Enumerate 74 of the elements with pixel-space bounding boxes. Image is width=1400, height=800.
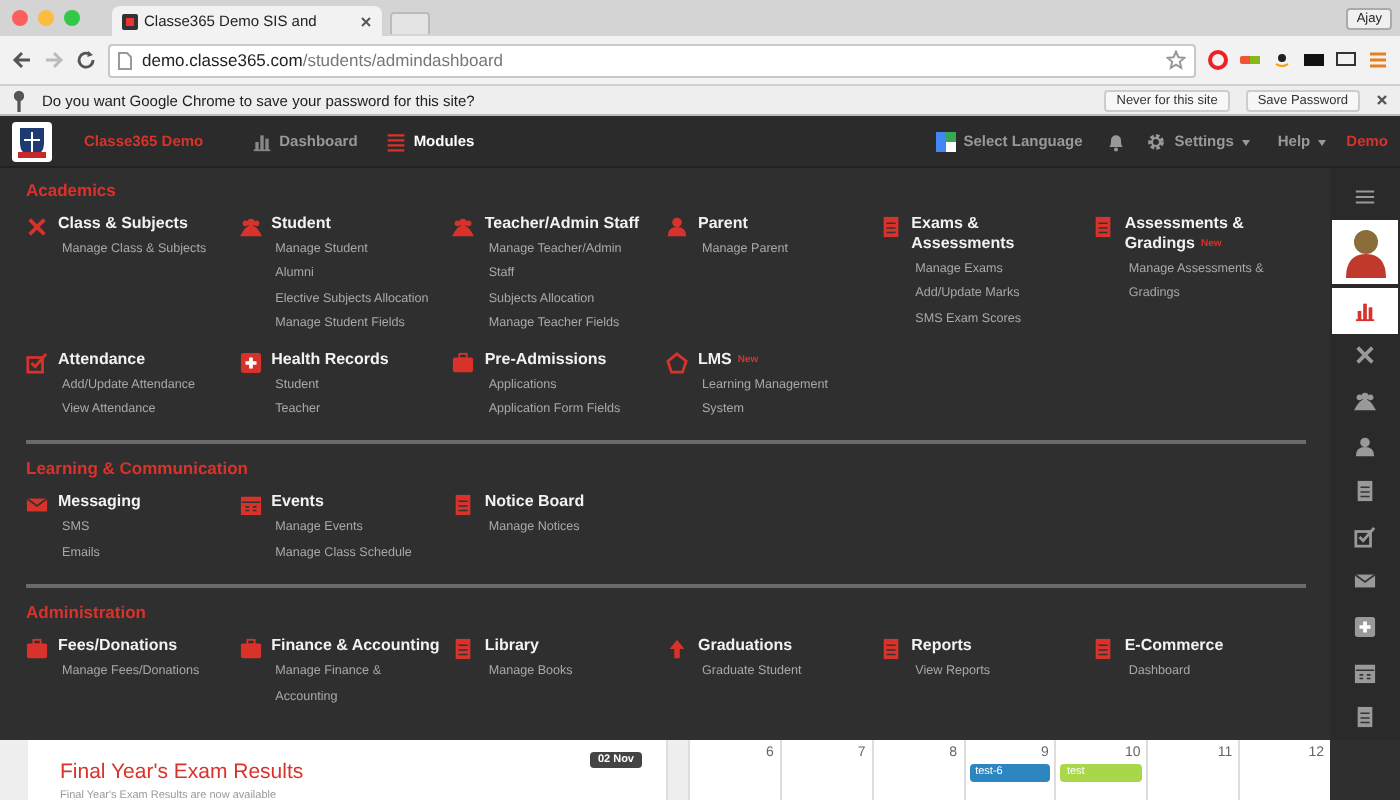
group-icon [452, 216, 475, 238]
document-icon [1354, 706, 1376, 729]
shield-icon [18, 125, 46, 157]
document-icon [452, 494, 475, 517]
module-title[interactable]: Exams & Assessments [911, 214, 1093, 254]
avatar-placeholder [1343, 225, 1387, 278]
document-icon [1354, 480, 1376, 503]
envelope-icon [1354, 570, 1376, 593]
list-icon [385, 131, 406, 151]
calendar-icon [239, 494, 262, 517]
checkbox-icon [1354, 525, 1376, 548]
document-icon [879, 216, 902, 238]
profile-button[interactable] [1332, 219, 1398, 285]
page-icon [118, 51, 132, 69]
module-title[interactable]: Reports [911, 636, 990, 657]
close-icon[interactable] [1376, 94, 1388, 106]
section-heading: Learning & Communication [26, 458, 250, 479]
section-heading: Administration [26, 602, 148, 623]
site-logo-icon [122, 13, 138, 29]
module-title[interactable]: Attendance [58, 349, 196, 370]
module-title[interactable]: Finance & Accounting [271, 636, 448, 657]
extension-icon[interactable] [1272, 50, 1292, 70]
google-translate-icon [935, 131, 956, 151]
caret-icon [1318, 139, 1327, 149]
group-icon [239, 216, 262, 238]
menu-icon [1354, 185, 1376, 208]
tools-icon [26, 216, 48, 238]
person-icon [1354, 435, 1376, 458]
calendar-icon [1354, 661, 1376, 684]
document-icon [879, 638, 902, 661]
module-title[interactable]: Events [271, 492, 412, 513]
module-title[interactable]: Parent [697, 214, 789, 234]
star-icon[interactable] [1166, 50, 1186, 70]
briefcase-icon [239, 638, 262, 661]
address-bar[interactable]: demo.classe365.com/students/admindashboard [108, 43, 1196, 77]
document-icon [1092, 216, 1115, 238]
briefcase-icon [26, 638, 48, 661]
module-title[interactable]: E-Commerce [1124, 636, 1232, 657]
module-title[interactable]: Class & Subjects [58, 214, 207, 234]
document-icon [452, 638, 475, 661]
url-text: demo.classe365.com/students/admindashboard [142, 50, 504, 70]
module-title[interactable]: Graduations [697, 636, 802, 657]
document-icon [1092, 638, 1115, 661]
menu-icon[interactable] [1368, 50, 1388, 70]
module-title[interactable]: Teacher/Admin Staff [484, 214, 648, 234]
module-title[interactable]: Pre-Admissions [484, 349, 621, 370]
announcement-title: Final Year's Exam Results [60, 760, 304, 784]
module-title[interactable]: Student [271, 214, 429, 234]
group-icon [1354, 390, 1376, 412]
caret-icon [1241, 139, 1250, 149]
bell-icon[interactable] [1106, 131, 1127, 151]
checkbox-icon [26, 351, 48, 374]
medical-cross-icon [1354, 615, 1376, 638]
key-icon [12, 89, 26, 111]
medical-cross-icon [239, 351, 262, 374]
module-title[interactable]: Fees/Donations [58, 636, 200, 657]
module-title[interactable]: Messaging [58, 492, 149, 513]
back-icon[interactable] [12, 50, 32, 70]
module-title[interactable]: Health Records [271, 349, 397, 370]
close-icon[interactable] [360, 15, 372, 27]
module-title[interactable]: Notice Board [484, 492, 593, 513]
bar-chart-icon [251, 131, 272, 151]
bar-chart-icon [1354, 299, 1376, 322]
reload-icon[interactable] [76, 50, 96, 70]
tools-icon [1354, 344, 1376, 367]
pentagon-icon [665, 351, 688, 374]
section-heading: Academics [26, 180, 118, 200]
school-logo[interactable] [12, 121, 52, 161]
module-title[interactable]: Library [484, 636, 573, 657]
arrow-up-icon [665, 638, 688, 661]
person-icon [665, 216, 688, 238]
settings-icon [1146, 131, 1167, 151]
envelope-icon [26, 494, 48, 517]
briefcase-icon [452, 351, 475, 374]
